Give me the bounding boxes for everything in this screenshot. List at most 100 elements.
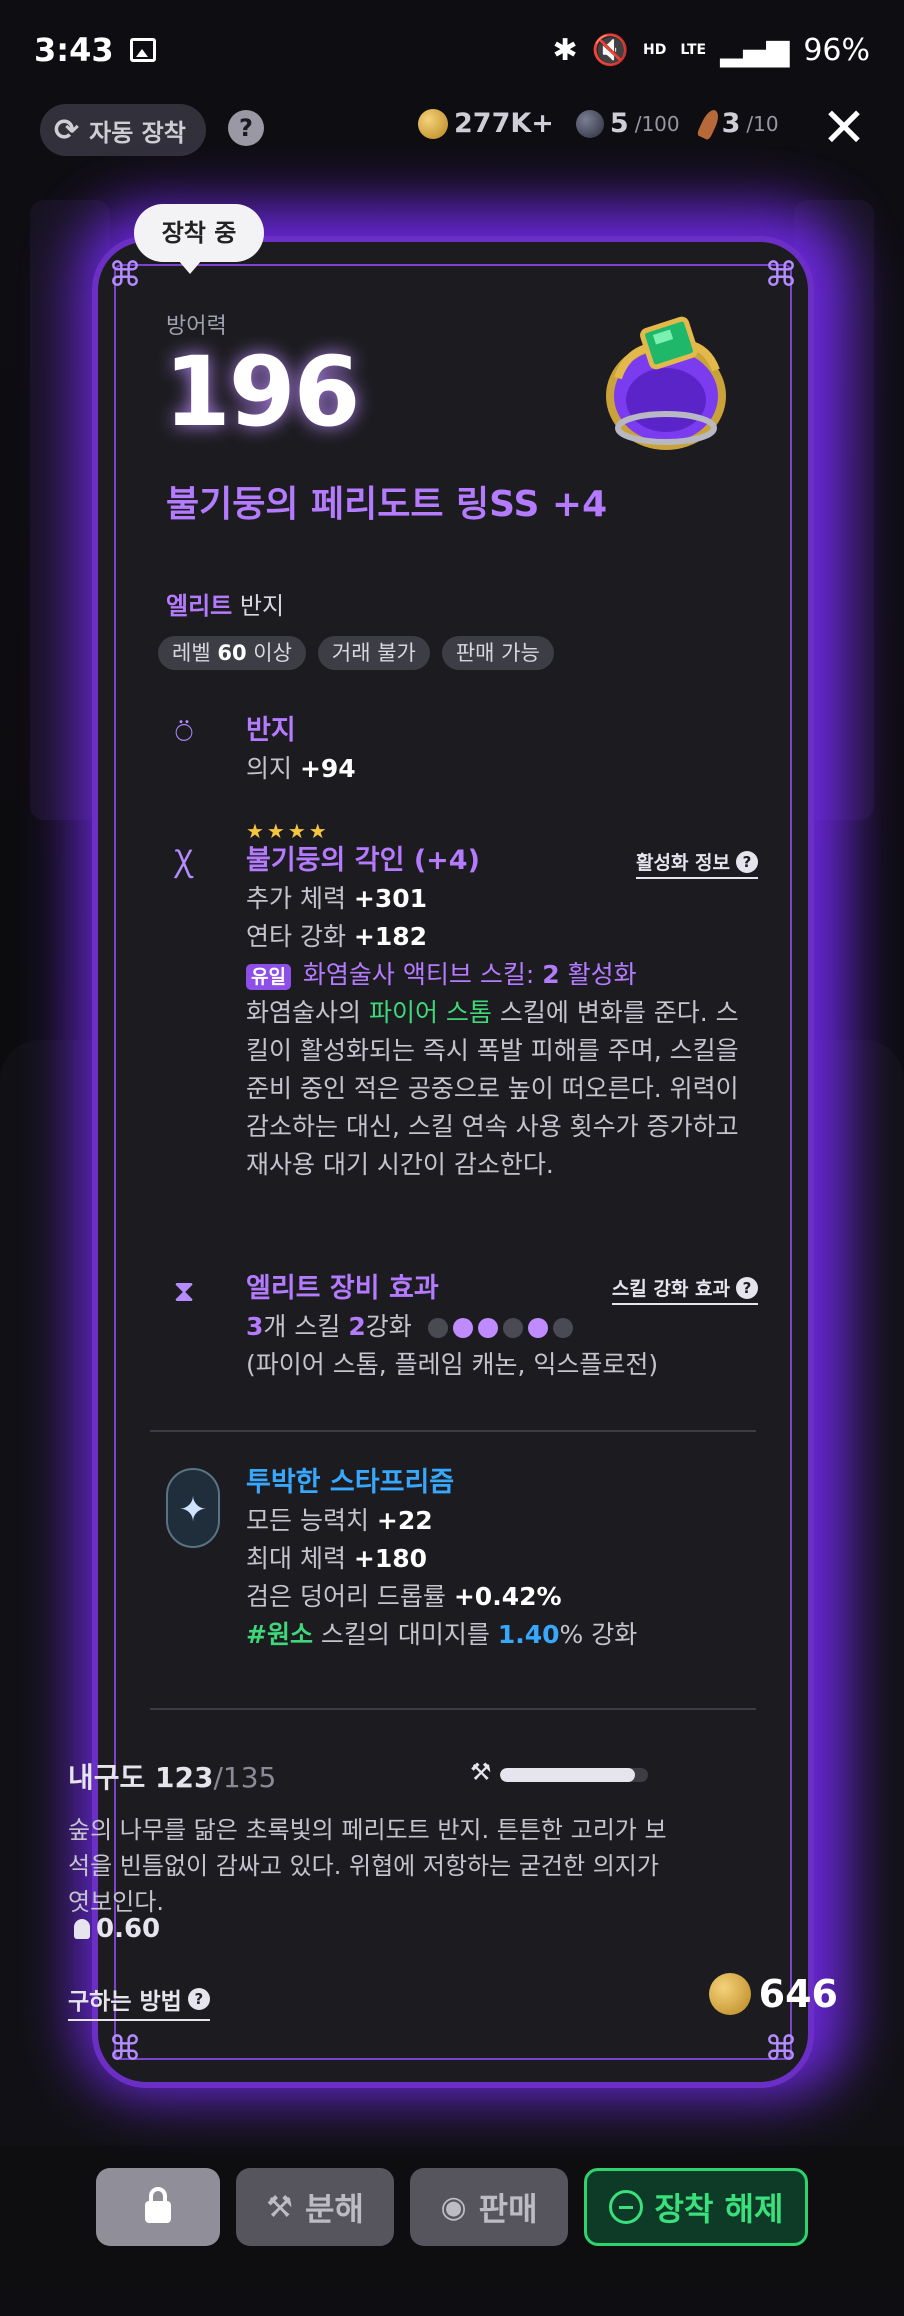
corner-ornament-icon: ⌘ — [108, 2029, 142, 2069]
unique-skill-text: 화염술사 액티브 스킬: — [302, 960, 535, 989]
sell-button[interactable]: ◉ 판매 — [410, 2168, 568, 2246]
disassemble-label: 분해 — [305, 2190, 364, 2228]
activation-info-label: 활성화 정보 — [635, 852, 730, 874]
item-description: 숲의 나무를 닮은 초록빛의 페리도트 반지. 튼튼한 고리가 보석을 빈틈없이… — [68, 1816, 667, 1916]
prism-stat-2-value: +180 — [353, 1544, 428, 1573]
gold-coin-icon — [708, 1973, 751, 2015]
bluetooth-icon: ✱ — [552, 32, 578, 68]
elite-skill-count: 3 — [246, 1312, 264, 1341]
engraving-stars: ★★★★ — [246, 819, 330, 843]
desc-prefix: 화염술사의 — [246, 998, 362, 1027]
lock-button[interactable] — [96, 2168, 220, 2246]
repair-hammer-icon: ⚒ — [470, 1758, 492, 1786]
sell-tag: 판매 가능 — [441, 636, 554, 670]
feather-currency: 3/10 — [695, 106, 779, 141]
question-icon: ? — [187, 1988, 210, 2010]
section-divider — [150, 1708, 756, 1710]
engraving-stat-1-value: +301 — [353, 884, 428, 913]
item-name: 불기둥의 페리도트 링SS +4 — [166, 484, 608, 525]
activation-info-link[interactable]: 활성화 정보 ? — [635, 848, 758, 879]
status-time: 3:43 — [34, 31, 114, 69]
ring-item-icon — [606, 316, 726, 450]
enhance-level-dots — [427, 1318, 573, 1338]
lock-icon — [145, 2187, 171, 2223]
engraving-icon: Ꭓ — [174, 844, 194, 879]
gold-amount: 277K+ — [454, 108, 554, 139]
corner-ornament-icon: ⌘ — [764, 255, 798, 295]
elite-enhance-suffix: 강화 — [365, 1312, 412, 1341]
signal-icon: ▂▄▆ — [720, 32, 790, 68]
hammer-sparkle-icon: ⚒ — [266, 2189, 293, 2225]
item-category: 반지 — [239, 592, 285, 620]
element-tag: #원소 — [246, 1620, 313, 1649]
how-to-obtain-label: 구하는 방법 — [68, 1989, 182, 2015]
item-action-bar: ⚒ 분해 ◉ 판매 장착 해제 — [96, 2168, 808, 2246]
prism-section: 투박한 스타프리즘 모든 능력치 +22 최대 체력 +180 검은 덩어리 드… — [158, 1464, 758, 1654]
price-value: 646 — [758, 1972, 838, 2016]
how-to-obtain-link[interactable]: 구하는 방법 ? — [68, 1982, 210, 2021]
close-button[interactable]: ✕ — [816, 100, 872, 156]
disassemble-button[interactable]: ⚒ 분해 — [236, 2168, 394, 2246]
ring-icon: ⍥ — [175, 716, 193, 751]
base-stat-line: 의지 +94 — [246, 750, 758, 788]
item-rarity: 엘리트 — [166, 592, 233, 620]
engraving-section: Ꭓ 활성화 정보 ? ★★★★ 불기둥의 각인 (+4) 추가 체력 +301 … — [158, 820, 758, 1184]
skill-enhance-label: 스킬 강화 효과 — [611, 1278, 730, 1300]
engraving-stat-1-name: 추가 체력 — [246, 884, 346, 913]
prism-stat-4: #원소 스킬의 대미지를 1.40% 강화 — [246, 1616, 758, 1654]
refresh-icon: ⟳ — [54, 112, 80, 148]
equipped-badge: 장착 중 — [134, 204, 264, 274]
prism-stat-1-name: 모든 능력치 — [246, 1506, 369, 1535]
question-icon: ? — [736, 1276, 758, 1299]
auto-equip-button[interactable]: ⟳ 자동 장착 — [40, 104, 206, 156]
sell-label: 판매 — [478, 2190, 538, 2228]
base-title: 반지 — [246, 715, 296, 746]
item-type: 엘리트 반지 — [166, 586, 284, 621]
elite-skill-list: (파이어 스톰, 플레임 캐논, 익스플로전) — [246, 1350, 659, 1379]
feather-icon — [695, 106, 722, 141]
corner-ornament-icon: ⌘ — [764, 2029, 798, 2069]
dark-orb-icon — [575, 109, 604, 138]
prism-title: 투박한 스타프리즘 — [246, 1467, 455, 1498]
currency-bar: 277K+ 5/100 3/10 — [418, 106, 779, 141]
enhance-dot — [427, 1318, 448, 1338]
prism-stat-2-name: 최대 체력 — [246, 1544, 346, 1573]
durability-value: 123 — [155, 1761, 214, 1794]
feather-amount: 3 — [721, 108, 741, 139]
unique-skill-value: 2 — [542, 960, 560, 989]
base-stat-value: +94 — [299, 754, 356, 783]
prism-stat-1-value: +22 — [376, 1506, 433, 1535]
feather-max: /10 — [746, 111, 779, 136]
skill-enhance-info-link[interactable]: 스킬 강화 효과 ? — [611, 1274, 758, 1305]
auto-equip-label: 자동 장착 — [89, 118, 186, 147]
item-tags: 레벨 60 이상 거래 불가 판매 가능 — [158, 636, 554, 670]
engraving-stat-2-value: +182 — [353, 922, 428, 951]
main-stat-value: 196 — [164, 336, 360, 448]
prism-stat-4-suffix: % 강화 — [559, 1620, 638, 1649]
unequip-button[interactable]: 장착 해제 — [584, 2168, 808, 2246]
weight-value: 0.60 — [96, 1914, 161, 1944]
desc-skill-name: 파이어 스톰 — [368, 998, 492, 1027]
engraving-stat-2-name: 연타 강화 — [246, 922, 346, 951]
durability-max: /135 — [213, 1761, 277, 1794]
prism-stat-3-name: 검은 덩어리 드롭률 — [246, 1582, 446, 1611]
level-requirement-tag: 레벨 60 이상 — [158, 636, 306, 670]
item-weight: 0.60 — [74, 1914, 160, 1944]
base-stat-name: 의지 — [246, 754, 293, 783]
prism-stat-2: 최대 체력 +180 — [246, 1540, 758, 1578]
durability-bar-fill — [500, 1768, 635, 1782]
unique-skill-line: 유일 화염술사 액티브 스킬: 2 활성화 — [246, 956, 758, 994]
item-price: 646 — [708, 1972, 838, 2016]
durability-bar — [500, 1768, 648, 1782]
elite-effect-line: 3개 스킬 2강화 — [246, 1308, 758, 1346]
durability: 내구도 123/135 — [68, 1756, 276, 1796]
engraving-stat-2: 연타 강화 +182 — [246, 918, 758, 956]
elite-enhance-level: 2 — [348, 1312, 366, 1341]
lte-icon: LTE — [680, 42, 707, 58]
corner-ornament-icon: ⌘ — [108, 255, 142, 295]
coin-icon: ◉ — [440, 2189, 467, 2225]
top-bar: ⟳ 자동 장착 ? 277K+ 5/100 3/10 ✕ — [0, 100, 904, 160]
prism-stat-4-text: 스킬의 대미지를 — [320, 1620, 490, 1649]
base-stat-section: ⍥ 반지 의지 +94 — [158, 712, 758, 788]
help-button[interactable]: ? — [228, 110, 264, 146]
